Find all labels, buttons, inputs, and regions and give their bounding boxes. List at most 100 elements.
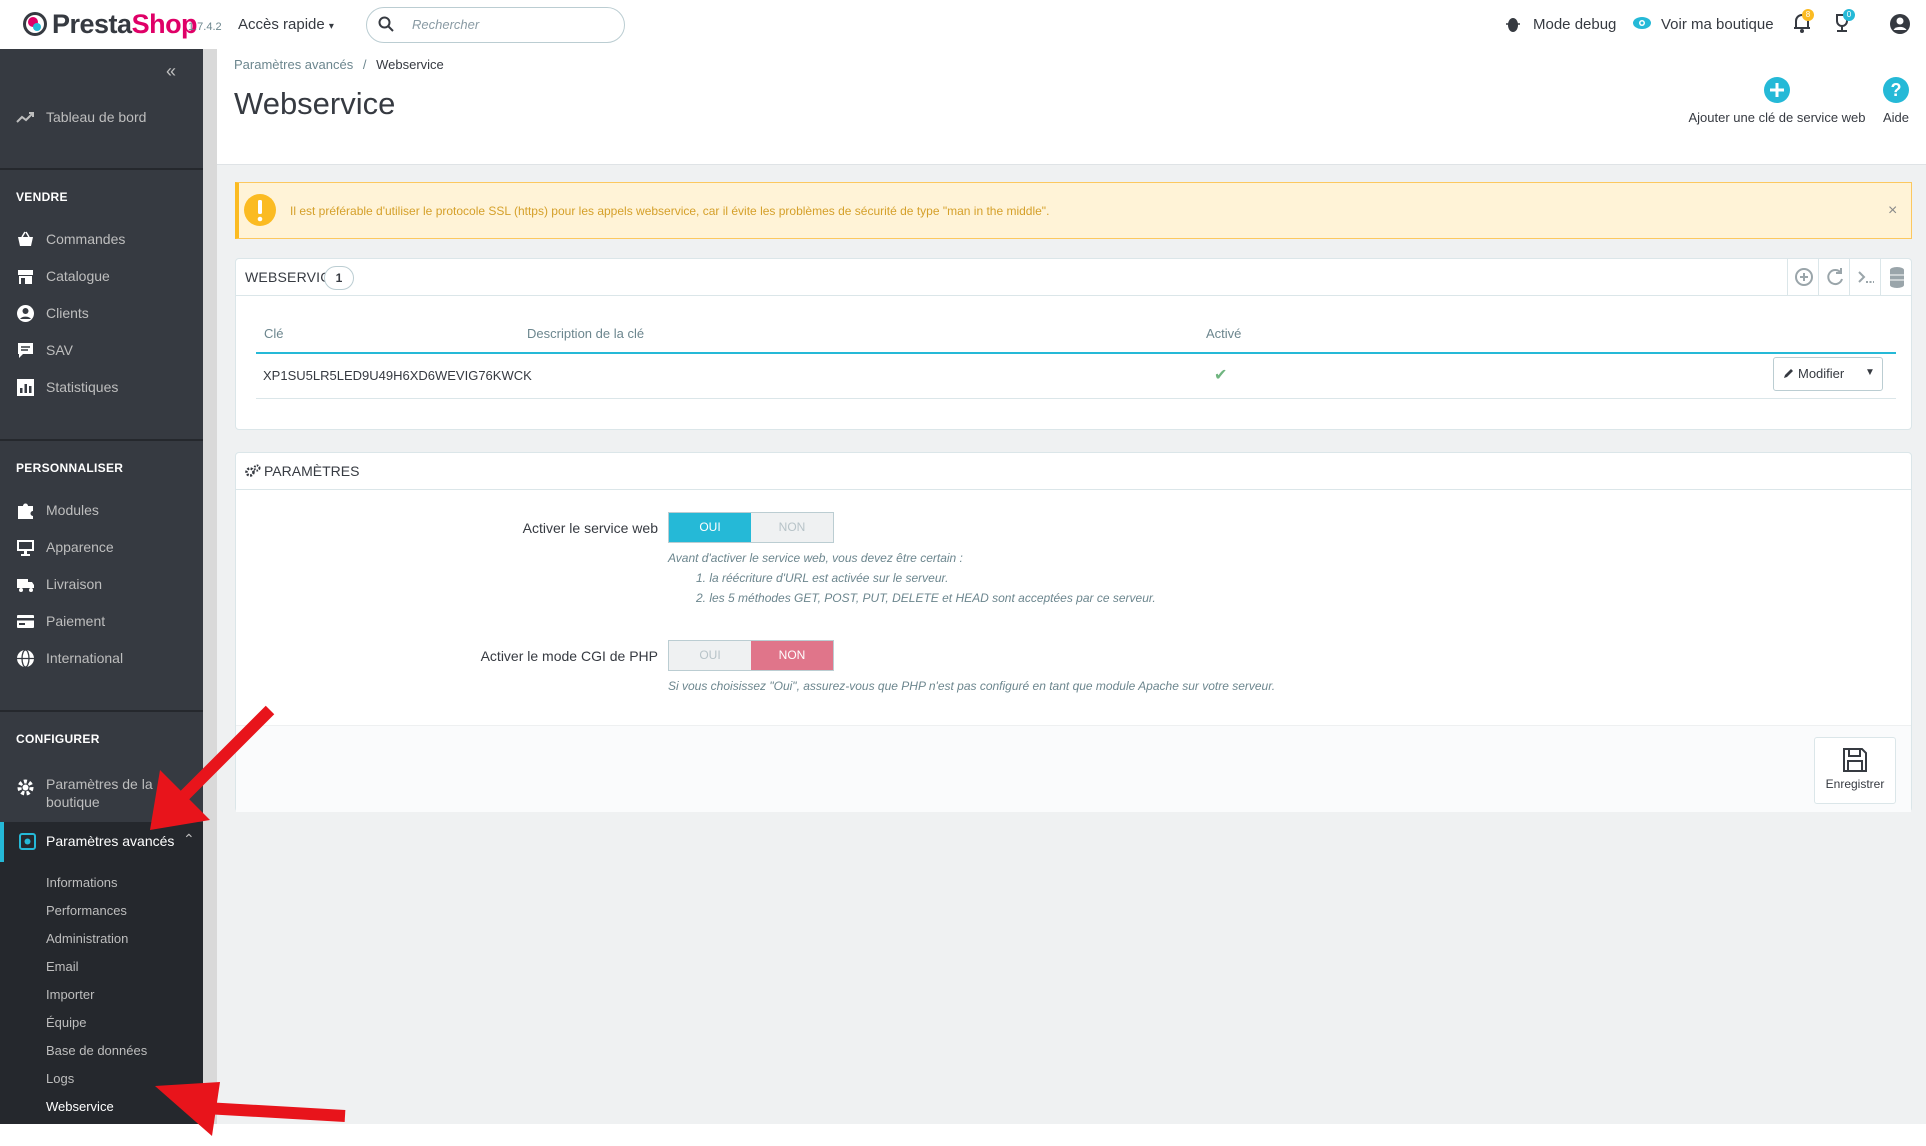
gear-icon bbox=[16, 778, 35, 797]
row-key: XP1SU5LR5LED9U49H6XD6WEVIG76KWCK bbox=[263, 368, 532, 383]
globe-icon bbox=[16, 649, 35, 668]
webservice-no-option[interactable]: NON bbox=[751, 513, 833, 542]
store-icon bbox=[16, 267, 35, 286]
submenu-informations[interactable]: Informations bbox=[46, 875, 118, 890]
submenu-database[interactable]: Base de données bbox=[46, 1043, 147, 1058]
table-row[interactable]: XP1SU5LR5LED9U49H6XD6WEVIG76KWCK ✔ Modif… bbox=[256, 354, 1896, 399]
help-circle-icon: ? bbox=[1882, 76, 1910, 104]
cgi-toggle-label: Activer le mode CGI de PHP bbox=[480, 648, 658, 664]
bar-chart-icon bbox=[16, 378, 35, 397]
red-arrow-annotation-bottom bbox=[155, 1082, 346, 1136]
submenu-administration[interactable]: Administration bbox=[46, 931, 128, 946]
search-input[interactable] bbox=[366, 7, 625, 43]
customers-badge: 0 bbox=[1843, 9, 1855, 21]
sidebar-item-customer-service[interactable]: SAV bbox=[0, 334, 203, 366]
save-button[interactable]: Enregistrer bbox=[1814, 737, 1896, 804]
caret-down-icon: ▼ bbox=[1865, 367, 1875, 378]
close-alert-button[interactable]: × bbox=[1888, 202, 1897, 220]
add-new-icon[interactable] bbox=[1787, 259, 1819, 295]
submenu-performances[interactable]: Performances bbox=[46, 903, 127, 918]
cgi-yes-option[interactable]: OUI bbox=[669, 641, 751, 670]
search-placeholder: Rechercher bbox=[412, 17, 480, 32]
webservice-toggle-label: Activer le service web bbox=[522, 520, 658, 536]
sidebar-scrollbar[interactable] bbox=[203, 49, 217, 1124]
notifications-badge: 8 bbox=[1802, 9, 1814, 21]
section-configure: CONFIGURER bbox=[16, 732, 100, 746]
collapse-sidebar-button[interactable]: « bbox=[166, 61, 176, 82]
sidebar-item-stats[interactable]: Statistiques bbox=[0, 371, 203, 403]
sidebar-item-appearance[interactable]: Apparence bbox=[0, 531, 203, 563]
webservice-yes-option[interactable]: OUI bbox=[669, 513, 751, 542]
sidebar-item-shipping[interactable]: Livraison bbox=[0, 568, 203, 600]
sidebar-item-dashboard[interactable]: Tableau de bord bbox=[0, 101, 203, 133]
caret-down-icon: ▾ bbox=[328, 21, 334, 32]
submenu-logs[interactable]: Logs bbox=[46, 1071, 74, 1086]
sidebar-item-modules[interactable]: Modules bbox=[0, 494, 203, 526]
trending-up-icon bbox=[16, 108, 35, 127]
column-header-key: Clé bbox=[264, 326, 284, 341]
row-actions-group: Modifier ▼ bbox=[1773, 357, 1883, 391]
user-circle-icon bbox=[16, 304, 35, 323]
breadcrumb-parent-link[interactable]: Paramètres avancés bbox=[234, 57, 353, 72]
page-title: Webservice bbox=[234, 86, 396, 121]
section-customize: PERSONNALISER bbox=[16, 461, 124, 475]
debug-mode-link[interactable]: Mode debug bbox=[1533, 16, 1616, 33]
actions-dropdown-toggle[interactable]: ▼ bbox=[1856, 358, 1882, 390]
section-sell: VENDRE bbox=[16, 190, 68, 204]
sidebar-item-catalog[interactable]: Catalogue bbox=[0, 260, 203, 292]
logo-text[interactable]: PrestaShop bbox=[52, 9, 198, 40]
settings-panel-heading bbox=[236, 453, 1911, 490]
basket-icon bbox=[16, 230, 35, 249]
submenu-email[interactable]: Email bbox=[46, 959, 79, 974]
chat-icon bbox=[16, 341, 35, 360]
submenu-team[interactable]: Équipe bbox=[46, 1015, 86, 1030]
sidebar-item-orders[interactable]: Commandes bbox=[0, 223, 203, 255]
webservice-help-line-2: 1. la réécriture d'URL est activée sur l… bbox=[696, 571, 949, 585]
view-shop-link[interactable]: Voir ma boutique bbox=[1661, 16, 1774, 33]
count-badge: 1 bbox=[324, 266, 354, 290]
database-icon[interactable] bbox=[1880, 259, 1912, 295]
svg-text:?: ? bbox=[1891, 80, 1902, 100]
user-account-icon[interactable] bbox=[1889, 13, 1911, 35]
webservice-toggle[interactable]: OUI NON bbox=[668, 512, 834, 543]
cgi-mode-toggle[interactable]: OUI NON bbox=[668, 640, 834, 671]
puzzle-icon bbox=[16, 501, 35, 520]
eye-icon bbox=[1632, 15, 1652, 31]
active-check-icon[interactable]: ✔ bbox=[1214, 365, 1227, 385]
sidebar-item-international[interactable]: International bbox=[0, 642, 203, 674]
plus-circle-icon bbox=[1763, 76, 1791, 104]
help-button[interactable]: ? Aide bbox=[1880, 76, 1912, 125]
version-label: 1.7.4.2 bbox=[188, 21, 222, 33]
settings-panel-title: PARAMÈTRES bbox=[264, 463, 360, 479]
submenu-webservice[interactable]: Webservice bbox=[46, 1099, 114, 1114]
webservice-help-line-1: Avant d'activer le service web, vous dev… bbox=[668, 551, 963, 565]
monitor-icon bbox=[16, 538, 35, 557]
quick-access-dropdown[interactable]: Accès rapide ▾ bbox=[238, 16, 334, 33]
page-header bbox=[217, 49, 1926, 165]
cogs-icon bbox=[245, 464, 261, 478]
search-icon bbox=[378, 16, 394, 32]
breadcrumb: Paramètres avancés / Webservice bbox=[234, 57, 444, 72]
sidebar-item-payment[interactable]: Paiement bbox=[0, 605, 203, 637]
alert-message: Il est préférable d'utiliser le protocol… bbox=[290, 204, 1050, 218]
floppy-disk-icon bbox=[1842, 747, 1868, 773]
terminal-icon[interactable] bbox=[1849, 259, 1881, 295]
webservice-help-line-3: 2. les 5 méthodes GET, POST, PUT, DELETE… bbox=[696, 591, 1156, 605]
cgi-help-text: Si vous choisissez "Oui", assurez-vous q… bbox=[668, 679, 1276, 693]
prestashop-logo-icon[interactable] bbox=[22, 11, 48, 37]
credit-card-icon bbox=[16, 612, 35, 631]
sidebar-item-customers[interactable]: Clients bbox=[0, 297, 203, 329]
panel-heading bbox=[236, 259, 1911, 296]
refresh-icon[interactable] bbox=[1818, 259, 1850, 295]
column-header-active: Activé bbox=[1206, 326, 1242, 341]
warning-icon bbox=[243, 193, 277, 227]
settings-box-icon bbox=[18, 832, 37, 851]
red-arrow-annotation-top bbox=[150, 705, 275, 830]
pencil-icon bbox=[1783, 367, 1795, 379]
panel-actions bbox=[1787, 259, 1911, 295]
cgi-no-option[interactable]: NON bbox=[751, 641, 833, 670]
edit-button[interactable]: Modifier bbox=[1774, 358, 1856, 390]
bug-icon bbox=[1506, 15, 1520, 33]
submenu-import[interactable]: Importer bbox=[46, 987, 94, 1002]
add-webservice-key-button[interactable]: Ajouter une clé de service web bbox=[1686, 76, 1868, 125]
